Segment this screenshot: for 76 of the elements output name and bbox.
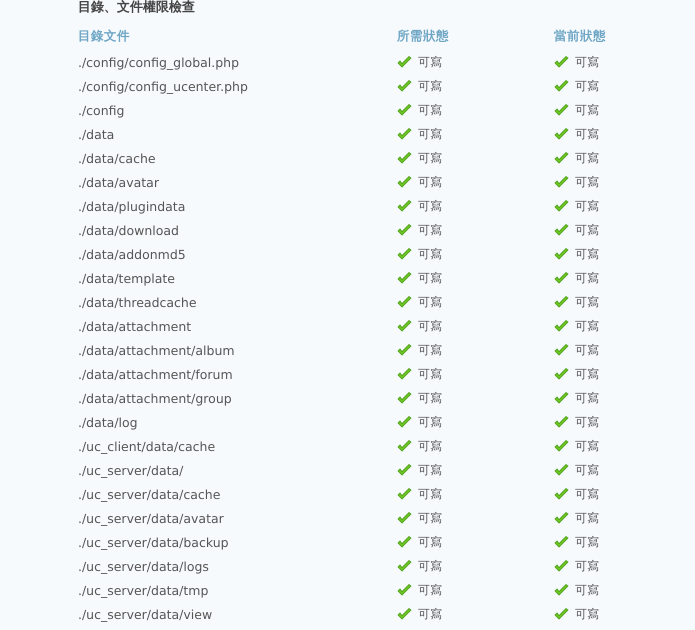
status-text: 可寫 [575, 270, 599, 286]
directory-path: ./data/threadcache [78, 294, 197, 310]
directory-path: ./data/attachment/group [78, 390, 232, 406]
directory-path: ./uc_server/data/cache [78, 486, 220, 502]
status-text: 可寫 [575, 462, 599, 478]
directory-path: ./data/attachment/album [78, 342, 235, 358]
status-text: 可寫 [418, 246, 442, 262]
status-text: 可寫 [575, 54, 599, 70]
status-text: 可寫 [575, 510, 599, 526]
status-text: 可寫 [575, 534, 599, 550]
status-text: 可寫 [575, 294, 599, 310]
directory-path: ./data [78, 126, 114, 142]
status-text: 可寫 [575, 102, 599, 118]
status-text: 可寫 [575, 126, 599, 142]
status-text: 可寫 [575, 606, 599, 622]
status-text: 可寫 [575, 390, 599, 406]
status-text: 可寫 [418, 534, 442, 550]
status-text: 可寫 [575, 438, 599, 454]
status-text: 可寫 [418, 294, 442, 310]
directory-path: ./data/cache [78, 150, 156, 166]
directory-path: ./uc_server/data/tmp [78, 582, 208, 598]
status-text: 可寫 [418, 318, 442, 334]
status-text: 可寫 [418, 270, 442, 286]
directory-path: ./data/download [78, 222, 179, 238]
section-title: 目錄、文件權限檢查 [78, 0, 196, 17]
status-text: 可寫 [575, 582, 599, 598]
status-text: 可寫 [575, 150, 599, 166]
directory-path: ./data/template [78, 270, 175, 286]
status-text: 可寫 [575, 198, 599, 214]
directory-path: ./uc_server/data/avatar [78, 510, 224, 526]
status-text: 可寫 [418, 198, 442, 214]
directory-path: ./data/attachment/forum [78, 366, 233, 382]
column-header: 目錄文件 [78, 28, 130, 44]
status-text: 可寫 [418, 78, 442, 94]
directory-path: ./uc_server/data/ [78, 462, 184, 478]
status-text: 可寫 [575, 78, 599, 94]
status-text: 可寫 [418, 438, 442, 454]
status-text: 可寫 [418, 486, 442, 502]
directory-path: ./config/config_global.php [78, 54, 240, 70]
status-text: 可寫 [418, 510, 442, 526]
status-text: 可寫 [575, 318, 599, 334]
directory-path: ./data/avatar [78, 174, 159, 190]
directory-path: ./uc_server/data/view [78, 606, 212, 622]
status-text: 可寫 [575, 366, 599, 382]
status-text: 可寫 [418, 342, 442, 358]
status-text: 可寫 [418, 126, 442, 142]
directory-path: ./uc_server/data/logs [78, 558, 209, 574]
column-header: 當前狀態 [554, 28, 606, 44]
status-text: 可寫 [575, 246, 599, 262]
directory-path: ./data/addonmd5 [78, 246, 186, 262]
status-text: 可寫 [418, 222, 442, 238]
status-text: 可寫 [575, 174, 599, 190]
status-text: 可寫 [418, 366, 442, 382]
directory-path: ./uc_client/data/cache [78, 438, 216, 454]
status-text: 可寫 [575, 414, 599, 430]
status-text: 可寫 [418, 606, 442, 622]
status-text: 可寫 [418, 102, 442, 118]
status-text: 可寫 [418, 150, 442, 166]
directory-path: ./uc_server/data/backup [78, 534, 229, 550]
status-text: 可寫 [575, 486, 599, 502]
directory-path: ./data/plugindata [78, 198, 186, 214]
directory-path: ./config [78, 102, 124, 118]
status-text: 可寫 [418, 54, 442, 70]
status-text: 可寫 [575, 558, 599, 574]
status-text: 可寫 [575, 222, 599, 238]
status-text: 可寫 [418, 414, 442, 430]
status-text: 可寫 [418, 174, 442, 190]
status-text: 可寫 [418, 582, 442, 598]
status-text: 可寫 [418, 462, 442, 478]
status-text: 可寫 [418, 390, 442, 406]
directory-path: ./data/attachment [78, 318, 192, 334]
directory-path: ./data/log [78, 414, 138, 430]
column-header: 所需狀態 [397, 28, 449, 44]
directory-path: ./config/config_ucenter.php [78, 78, 248, 94]
status-text: 可寫 [575, 342, 599, 358]
status-text: 可寫 [418, 558, 442, 574]
